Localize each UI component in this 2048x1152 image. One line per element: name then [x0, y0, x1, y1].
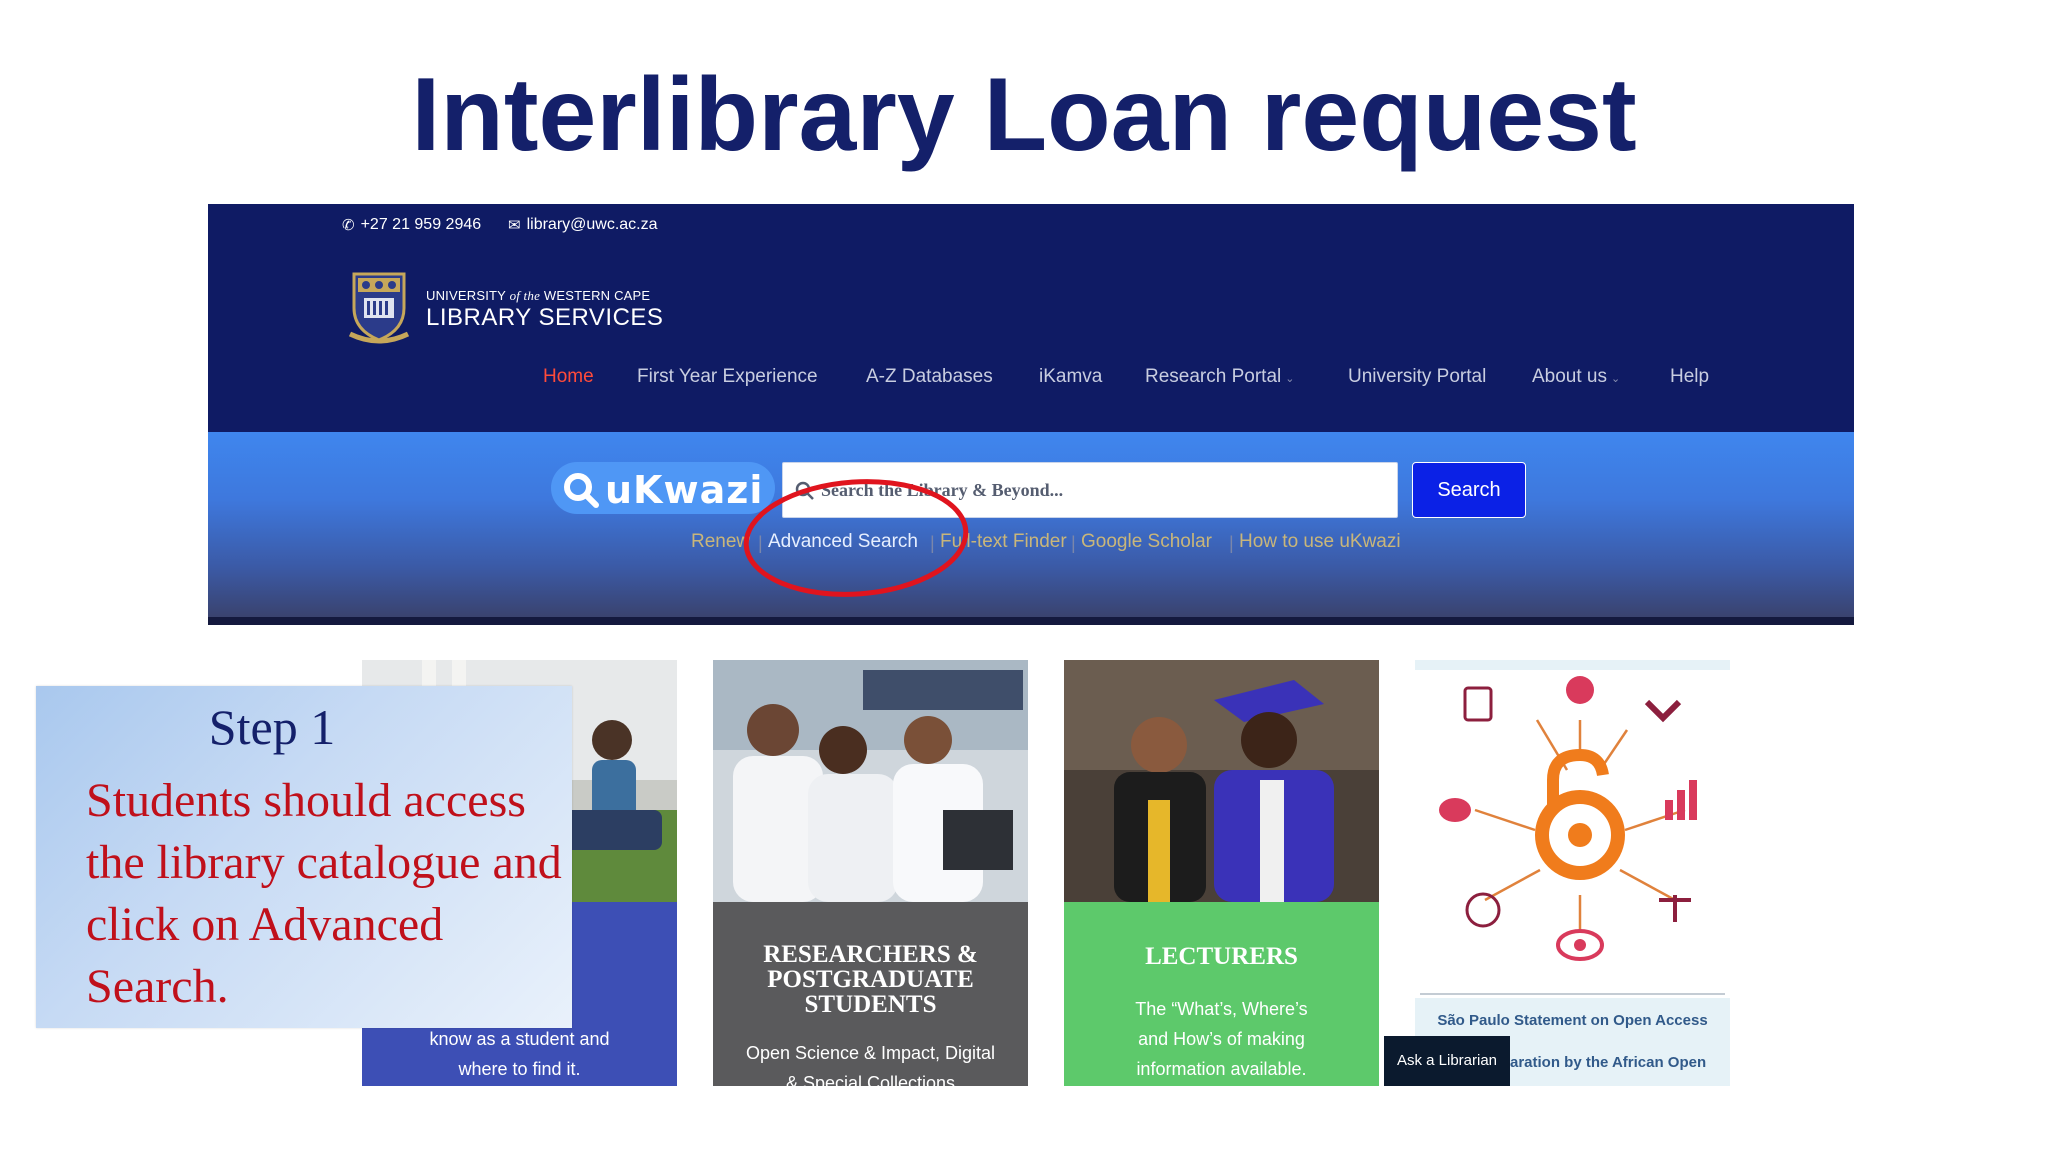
chevron-down-icon: ⌄: [1611, 373, 1621, 385]
nav-research-portal[interactable]: Research Portal ⌄: [1145, 366, 1294, 396]
lecturers-photo: [1064, 660, 1379, 902]
nav-help[interactable]: Help: [1670, 366, 1709, 396]
step-title: Step 1: [208, 699, 336, 755]
link-google-scholar[interactable]: Google Scholar: [1081, 531, 1212, 553]
nav-university-portal[interactable]: University Portal: [1348, 366, 1486, 396]
researchers-panel: RESEARCHERS & POSTGRADUATE STUDENTS Open…: [713, 902, 1028, 1086]
phone-number: +27 21 959 2946: [360, 216, 482, 233]
caption-line-2: aration by the African Open: [1510, 1054, 1707, 1071]
lecturers-panel: LECTURERS The “What’s, Where’s and How’s…: [1064, 902, 1379, 1086]
email-address: library@uwc.ac.za: [526, 216, 658, 233]
nav-about-us[interactable]: About us ⌄: [1532, 366, 1620, 396]
library-website-screenshot: ✆ +27 21 959 2946 ✉ library@uwc.ac.za UN…: [208, 204, 1854, 625]
card-title: LECTURERS: [1145, 943, 1298, 970]
caption-line-1: São Paulo Statement on Open Access: [1437, 1012, 1708, 1029]
step-instructions: Students should access the library catal…: [86, 774, 562, 1013]
university-crest-icon: [348, 272, 410, 344]
card-open-access[interactable]: São Paulo Statement on Open Access arati…: [1415, 660, 1730, 1086]
nav-first-year-experience[interactable]: First Year Experience: [637, 366, 818, 396]
card-text: The “What’s, Where’s and How’s of making…: [1135, 999, 1308, 1079]
researchers-photo: [713, 660, 1028, 902]
search-icon: [564, 473, 599, 508]
search-band: uKwazi Search the Library & Beyond... Se…: [208, 432, 1854, 625]
link-separator: |: [1229, 533, 1234, 553]
nav-ikamva[interactable]: iKamva: [1039, 366, 1102, 396]
logo-library-services: LIBRARY SERVICES: [426, 304, 664, 331]
ask-a-librarian-button[interactable]: Ask a Librarian: [1384, 1036, 1510, 1086]
search-button[interactable]: Search: [1412, 462, 1526, 518]
library-logo[interactable]: UNIVERSITY of the WESTERN CAPE LIBRARY S…: [346, 264, 666, 344]
nav-home[interactable]: Home: [543, 366, 594, 396]
phone-icon: ✆: [342, 217, 355, 234]
open-access-infographic: [1415, 660, 1730, 998]
logo-university-name: UNIVERSITY of the WESTERN CAPE: [426, 288, 651, 303]
link-separator: |: [1071, 533, 1076, 553]
link-how-to-use-ukwazi[interactable]: How to use uKwazi: [1239, 531, 1401, 553]
card-text: Open Science & Impact, Digital & Special…: [745, 1043, 996, 1086]
envelope-icon: ✉: [508, 217, 521, 234]
card-title: RESEARCHERS & POSTGRADUATE STUDENTS: [763, 941, 978, 1018]
contact-email[interactable]: ✉ library@uwc.ac.za: [508, 216, 658, 234]
step-callout: Step 1 Students should access the librar…: [36, 686, 572, 1028]
highlight-circle: [743, 479, 969, 597]
nav-az-databases[interactable]: A-Z Databases: [866, 366, 993, 396]
site-header: ✆ +27 21 959 2946 ✉ library@uwc.ac.za UN…: [208, 204, 1854, 432]
card-lecturers[interactable]: LECTURERS The “What’s, Where’s and How’s…: [1064, 660, 1379, 1086]
card-researchers-postgraduate[interactable]: RESEARCHERS & POSTGRADUATE STUDENTS Open…: [713, 660, 1028, 1086]
search-band-border: [208, 617, 1854, 625]
chevron-down-icon: ⌄: [1285, 373, 1295, 385]
slide-title: Interlibrary Loan request: [411, 57, 1637, 173]
contact-phone[interactable]: ✆ +27 21 959 2946: [342, 216, 481, 234]
